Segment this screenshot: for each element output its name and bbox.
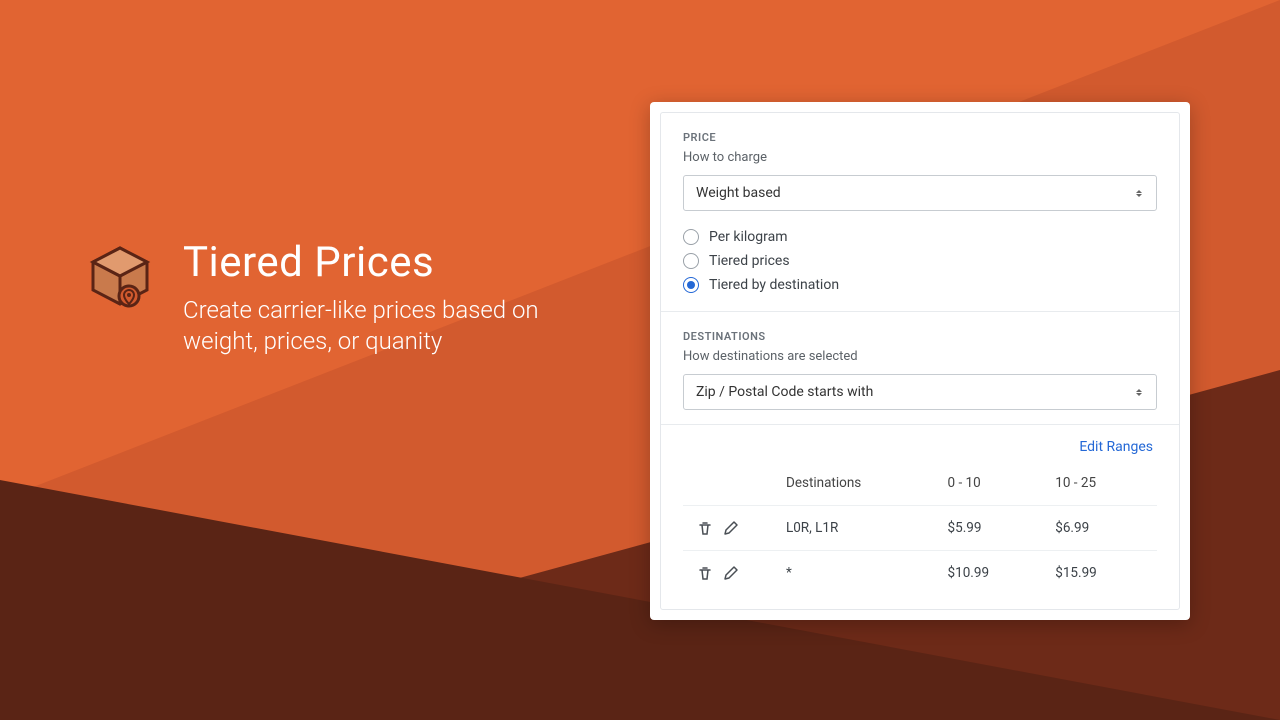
chevron-updown-icon [1136, 187, 1146, 199]
cell-destinations: * [780, 551, 942, 596]
table-header-row: Destinations 0 - 10 10 - 25 [683, 461, 1157, 506]
header-destinations: Destinations [780, 461, 942, 506]
edit-ranges-link[interactable]: Edit Ranges [683, 439, 1157, 455]
price-section: PRICE How to charge Weight based Per kil… [661, 113, 1179, 311]
price-section-label: PRICE [683, 131, 1157, 144]
table-row: L0R, L1R $5.99 $6.99 [683, 506, 1157, 551]
charge-select-value: Weight based [696, 185, 781, 201]
cell-range-2: $15.99 [1049, 551, 1157, 596]
settings-card: PRICE How to charge Weight based Per kil… [650, 102, 1190, 620]
edit-icon[interactable] [723, 565, 739, 581]
dest-section-label: DESTINATIONS [683, 330, 1157, 343]
hero: Tiered Prices Create carrier-like prices… [85, 238, 603, 357]
radio-icon [683, 229, 699, 245]
cell-range-2: $6.99 [1049, 506, 1157, 551]
header-range-1: 0 - 10 [942, 461, 1050, 506]
hero-subtitle: Create carrier-like prices based on weig… [183, 295, 603, 357]
destination-method-select[interactable]: Zip / Postal Code starts with [683, 374, 1157, 410]
radio-label: Per kilogram [709, 229, 788, 245]
destinations-section: DESTINATIONS How destinations are select… [661, 311, 1179, 424]
destinations-table: Destinations 0 - 10 10 - 25 [683, 461, 1157, 595]
radio-icon [683, 253, 699, 269]
box-pin-icon [85, 242, 155, 312]
edit-icon[interactable] [723, 520, 739, 536]
radio-label: Tiered by destination [709, 277, 839, 293]
cell-range-1: $10.99 [942, 551, 1050, 596]
price-sublabel: How to charge [683, 150, 1157, 165]
ranges-section: Edit Ranges Destinations 0 - 10 10 - 25 [661, 424, 1179, 609]
cell-range-1: $5.99 [942, 506, 1050, 551]
delete-icon[interactable] [697, 520, 713, 536]
radio-tiered-prices[interactable]: Tiered prices [683, 249, 1157, 273]
delete-icon[interactable] [697, 565, 713, 581]
radio-tiered-by-destination[interactable]: Tiered by destination [683, 273, 1157, 297]
header-range-2: 10 - 25 [1049, 461, 1157, 506]
chevron-updown-icon [1136, 386, 1146, 398]
dest-sublabel: How destinations are selected [683, 349, 1157, 364]
charge-method-select[interactable]: Weight based [683, 175, 1157, 211]
cell-destinations: L0R, L1R [780, 506, 942, 551]
radio-per-kilogram[interactable]: Per kilogram [683, 225, 1157, 249]
table-row: * $10.99 $15.99 [683, 551, 1157, 596]
radio-icon [683, 277, 699, 293]
radio-label: Tiered prices [709, 253, 790, 269]
hero-title: Tiered Prices [183, 238, 603, 287]
dest-select-value: Zip / Postal Code starts with [696, 384, 873, 400]
